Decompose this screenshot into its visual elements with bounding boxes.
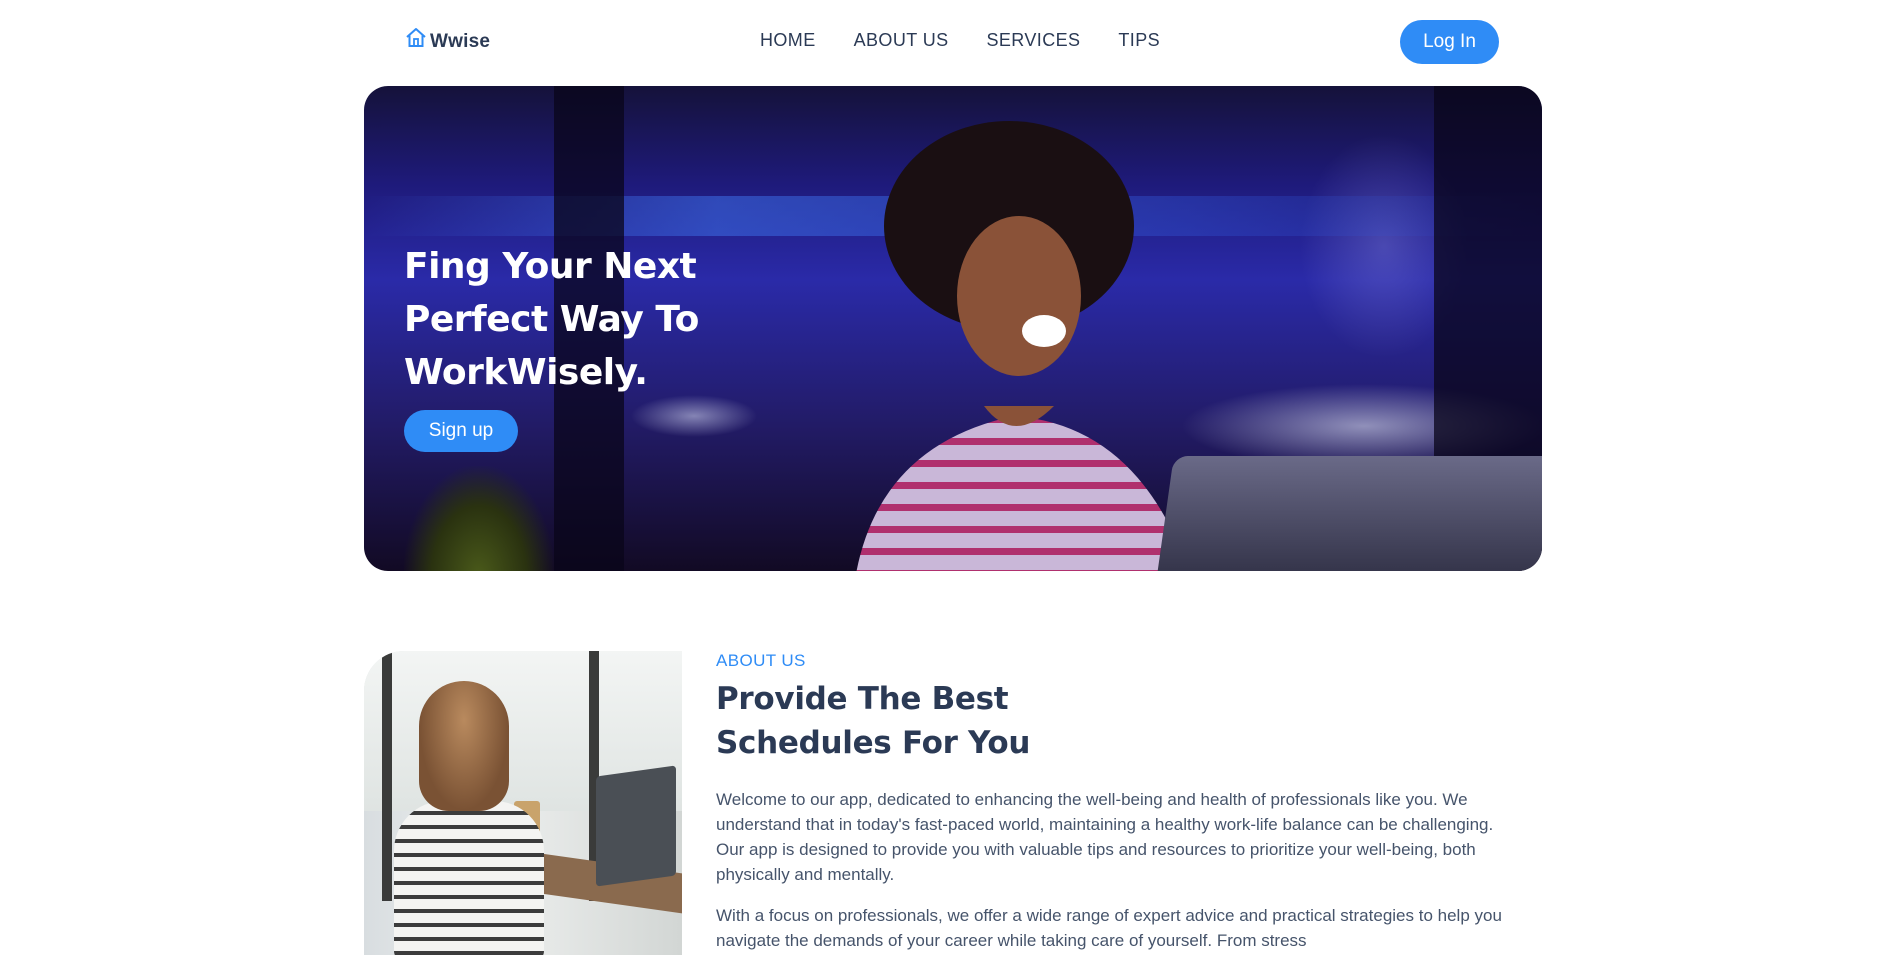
nav-link-about-us[interactable]: ABOUT US bbox=[854, 30, 949, 51]
about-title-line: Provide The Best bbox=[716, 681, 1009, 717]
about-image bbox=[364, 651, 682, 955]
top-navigation: Wwise HOME ABOUT US SERVICES TIPS Log In bbox=[0, 0, 1896, 86]
about-image-person bbox=[394, 801, 544, 955]
about-image-laptop bbox=[596, 765, 676, 887]
home-icon bbox=[406, 28, 426, 47]
nav-link-home[interactable]: HOME bbox=[760, 30, 816, 51]
hero-laptop bbox=[1154, 456, 1542, 571]
about-label: ABOUT US bbox=[716, 651, 806, 670]
logo[interactable]: Wwise bbox=[404, 26, 491, 52]
about-paragraph: Welcome to our app, dedicated to enhanci… bbox=[716, 790, 1494, 884]
about-image-frame bbox=[382, 651, 392, 901]
hero-title-line: Perfect Way To bbox=[404, 299, 699, 340]
hero-text: Fing Your Next Perfect Way To WorkWisely… bbox=[404, 240, 724, 399]
hero-person-image bbox=[856, 121, 1189, 571]
login-button[interactable]: Log In bbox=[1400, 20, 1499, 64]
main-menu: HOME ABOUT US SERVICES TIPS bbox=[760, 30, 1160, 51]
about-paragraph: With a focus on professionals, we offer … bbox=[716, 906, 1502, 950]
nav-link-tips[interactable]: TIPS bbox=[1118, 30, 1160, 51]
about-title-line: Schedules For You bbox=[716, 725, 1031, 761]
hero-title-line: WorkWisely. bbox=[404, 352, 648, 393]
nav-link-services[interactable]: SERVICES bbox=[987, 30, 1081, 51]
hero-title-line: Fing Your Next bbox=[404, 246, 697, 287]
hero-plant bbox=[404, 466, 554, 571]
logo-text: Wwise bbox=[430, 31, 491, 52]
about-section: ABOUT US Provide The Best Schedules For … bbox=[716, 651, 1526, 953]
about-image-person-hair bbox=[419, 681, 509, 811]
signup-button[interactable]: Sign up bbox=[404, 410, 518, 452]
